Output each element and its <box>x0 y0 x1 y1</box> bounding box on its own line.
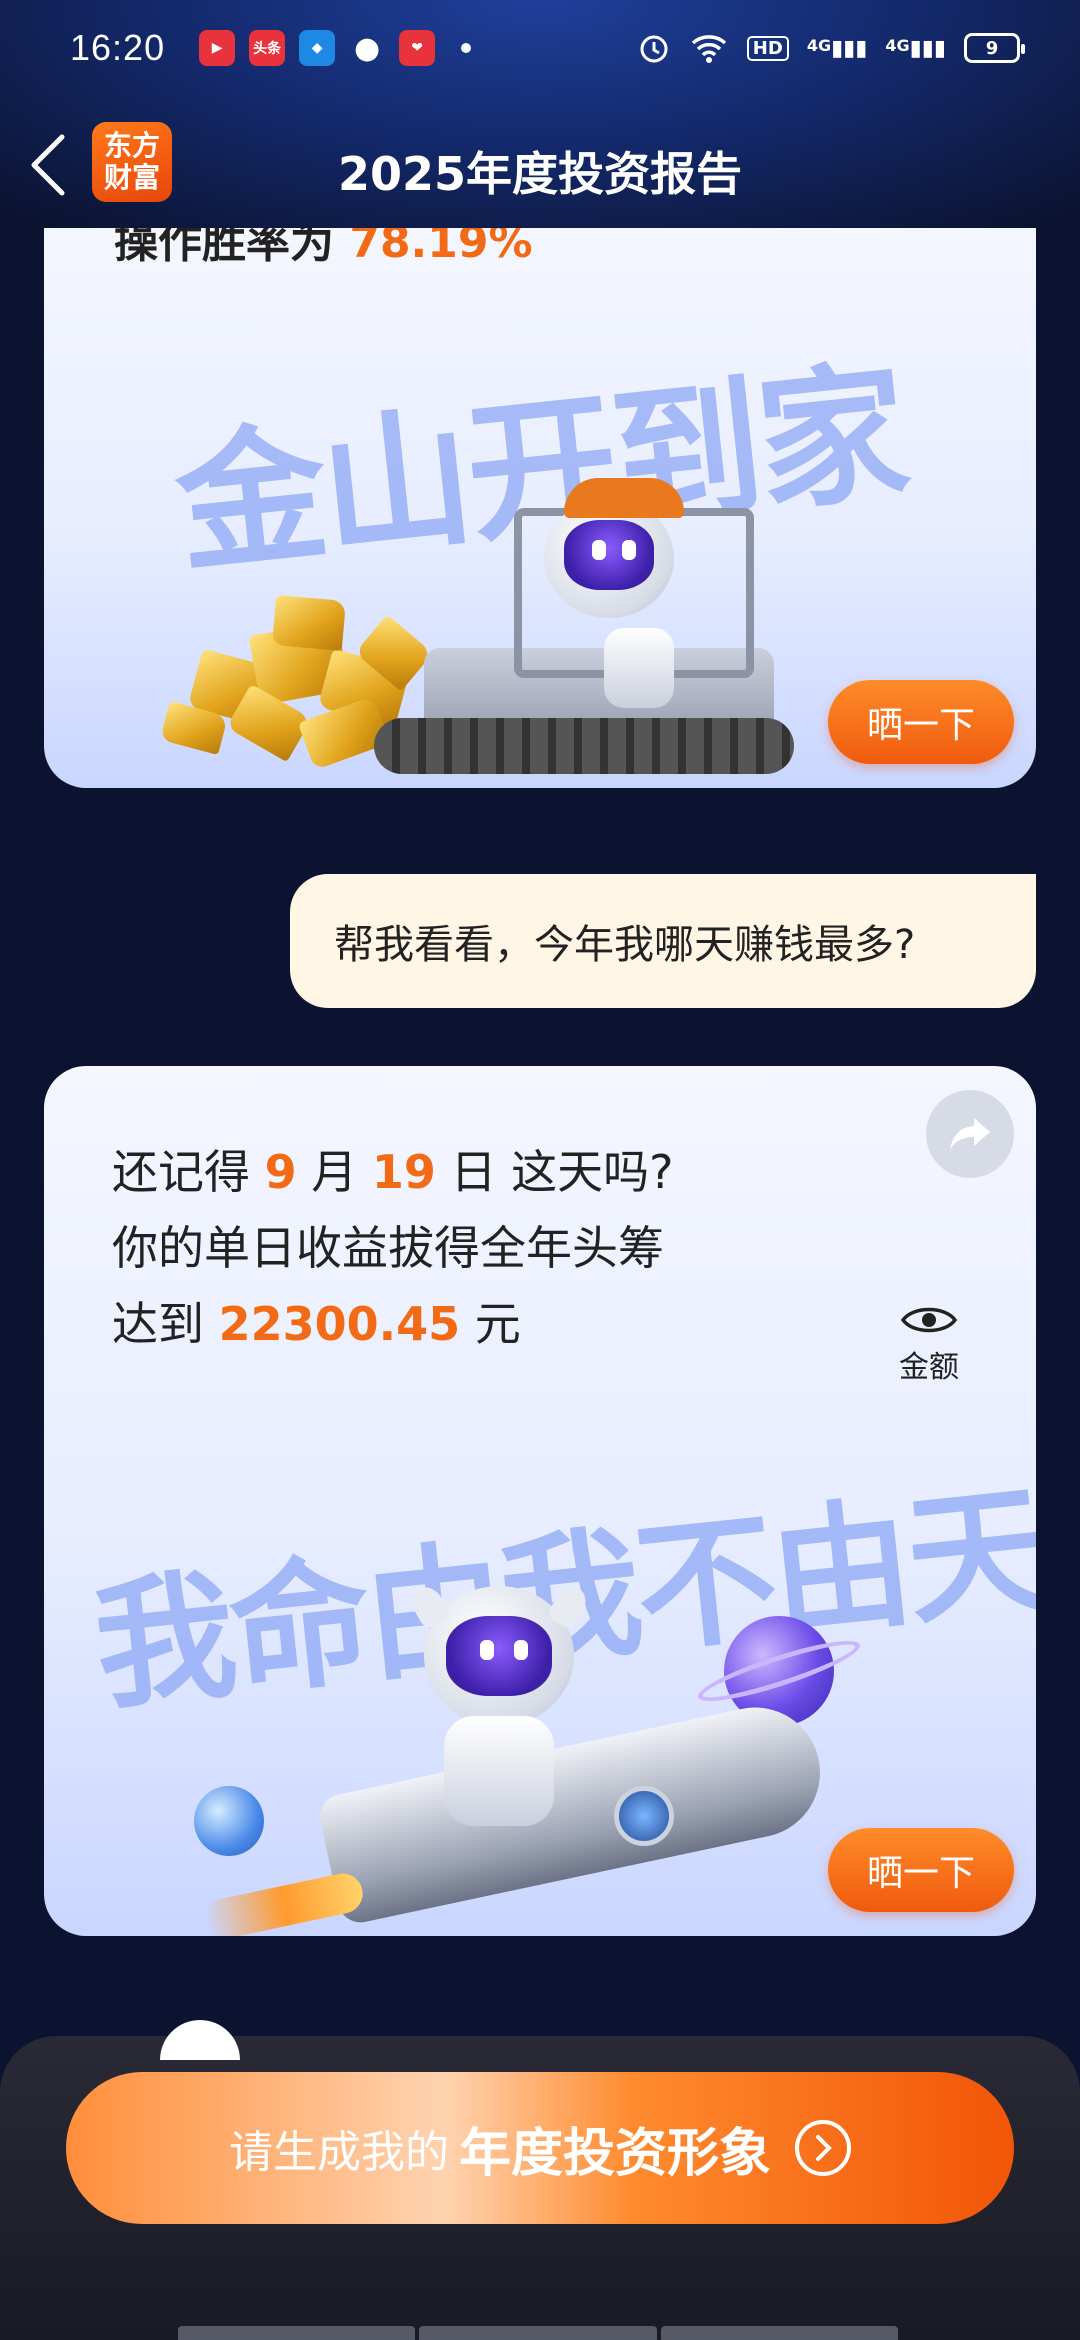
share-button[interactable]: 晒一下 <box>828 680 1014 764</box>
page-title: 2025年度投资报告 <box>337 147 743 201</box>
battery-icon: 9 <box>964 33 1025 63</box>
win-rate-text: 操作胜率为 78.19% <box>114 228 533 268</box>
signal-4g-1: 4G▮▮▮ <box>806 35 868 61</box>
status-app-icons: ▶ 头条 ◆ ● ❤ <box>199 30 472 66</box>
notification-dot-icon <box>461 43 472 53</box>
video-icon: ▶ <box>199 30 236 66</box>
compass-icon: ◆ <box>299 30 336 66</box>
forward-button[interactable] <box>926 1090 1014 1178</box>
hd-badge: HD <box>746 35 789 61</box>
cta-prefix-text: 请生成我的 <box>228 2127 449 2178</box>
alarm-icon <box>640 35 668 63</box>
user-message-bubble: 帮我看看，今年我哪天赚钱最多? <box>290 874 1036 1008</box>
share-arrow-icon <box>950 1118 990 1150</box>
message-line-3: 达到 22300.45 元 <box>112 1297 521 1351</box>
amount-toggle-label: 金额 <box>899 1350 959 1385</box>
status-indicators: HD 4G▮▮▮ 4G▮▮▮ 9 <box>637 31 1025 65</box>
signal-bars-icon: ▮▮▮ <box>909 35 946 61</box>
status-bar: 16:20 ▶ 头条 ◆ ● ❤ HD 4G▮▮▮ 4G▮▮▮ 9 <box>0 0 1080 96</box>
wechat-icon: ● <box>354 30 381 66</box>
cta-strong-text: 年度投资形象 <box>458 2123 771 2184</box>
win-rate-card: 操作胜率为 78.19% 金山开到家 晒一下 <box>44 228 1036 788</box>
nav-header: 东方 财富 2025年度投资报告 <box>0 110 1080 220</box>
generate-avatar-button[interactable]: 请生成我的 年度投资形象 <box>66 2072 1014 2224</box>
app-icon: ❤ <box>399 30 436 66</box>
share-button[interactable]: 晒一下 <box>828 1828 1014 1912</box>
signal-bars-icon: ▮▮▮ <box>831 35 868 61</box>
eye-icon <box>900 1307 958 1333</box>
best-day-card: 还记得 9 月 19 日 这天吗? 你的单日收益拔得全年头筹 达到 22300.… <box>44 1066 1036 1936</box>
chevron-right-icon <box>795 2120 851 2176</box>
status-time: 16:20 <box>70 27 166 68</box>
wifi-icon <box>691 35 726 63</box>
bottom-tab-indicator <box>178 2326 898 2340</box>
user-message-text: 帮我看看，今年我哪天赚钱最多? <box>334 922 916 968</box>
message-line-2: 你的单日收益拔得全年头筹 <box>112 1221 664 1275</box>
signal-4g-2: 4G▮▮▮ <box>885 35 946 61</box>
small-planet-illustration <box>194 1786 264 1856</box>
amount-visibility-toggle[interactable]: 金额 <box>884 1302 974 1392</box>
toutiao-icon: 头条 <box>249 30 286 66</box>
message-line-1: 还记得 9 月 19 日 这天吗? <box>112 1145 674 1199</box>
